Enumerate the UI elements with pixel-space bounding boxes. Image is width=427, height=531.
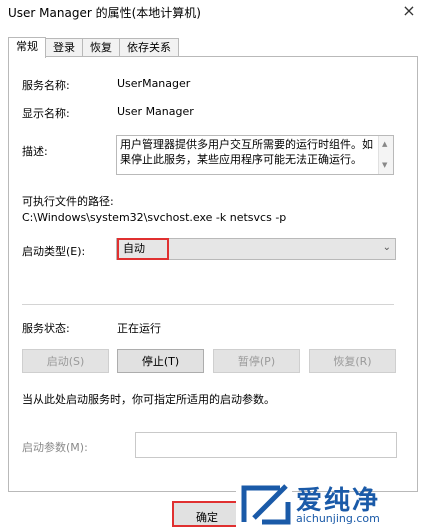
- chevron-down-icon[interactable]: ⌄: [383, 242, 391, 253]
- window-title: User Manager 的属性(本地计算机): [8, 6, 201, 20]
- description-text: 用户管理器提供多用户交互所需要的运行时组件。如果停止此服务，某些应用程序可能无法…: [120, 138, 373, 166]
- resume-button[interactable]: 恢复(R): [309, 349, 396, 373]
- service-name-value: UserManager: [117, 77, 191, 90]
- description-box[interactable]: 用户管理器提供多用户交互所需要的运行时组件。如果停止此服务，某些应用程序可能无法…: [116, 135, 394, 175]
- service-name-label: 服务名称:: [22, 79, 70, 92]
- scroll-down-icon[interactable]: ▼: [382, 158, 387, 173]
- tab-dependencies[interactable]: 依存关系: [119, 38, 179, 57]
- start-params-input[interactable]: [135, 432, 397, 458]
- general-panel: [8, 56, 418, 492]
- tab-general[interactable]: 常规: [8, 37, 46, 58]
- ok-button[interactable]: 确定: [172, 501, 242, 527]
- exe-path-label: 可执行文件的路径:: [22, 195, 114, 208]
- startup-type-label: 启动类型(E):: [22, 245, 86, 258]
- startup-type-value: 自动: [117, 238, 169, 260]
- tab-bar: 常规 登录 恢复 依存关系: [8, 37, 179, 58]
- startup-type-select[interactable]: 自动 ⌄: [116, 238, 396, 260]
- description-scrollbar[interactable]: ▲ ▼: [378, 136, 393, 174]
- description-label: 描述:: [22, 145, 48, 158]
- display-name-label: 显示名称:: [22, 107, 70, 120]
- stop-button[interactable]: 停止(T): [117, 349, 204, 373]
- pause-button[interactable]: 暂停(P): [213, 349, 300, 373]
- close-icon[interactable]: ×: [399, 1, 419, 21]
- tab-logon[interactable]: 登录: [45, 38, 83, 57]
- start-params-label: 启动参数(M):: [22, 441, 88, 454]
- start-button[interactable]: 启动(S): [22, 349, 109, 373]
- scroll-up-icon[interactable]: ▲: [382, 137, 387, 152]
- tab-recovery[interactable]: 恢复: [82, 38, 120, 57]
- exe-path-value: C:\Windows\system32\svchost.exe -k netsv…: [22, 211, 287, 224]
- service-status-label: 服务状态:: [22, 322, 70, 335]
- start-params-hint: 当从此处启动服务时，你可指定所适用的启动参数。: [22, 393, 275, 406]
- display-name-value: User Manager: [117, 105, 194, 118]
- service-status-value: 正在运行: [117, 322, 161, 335]
- divider: [22, 304, 394, 305]
- watermark-url: aichunjing.com: [296, 512, 380, 525]
